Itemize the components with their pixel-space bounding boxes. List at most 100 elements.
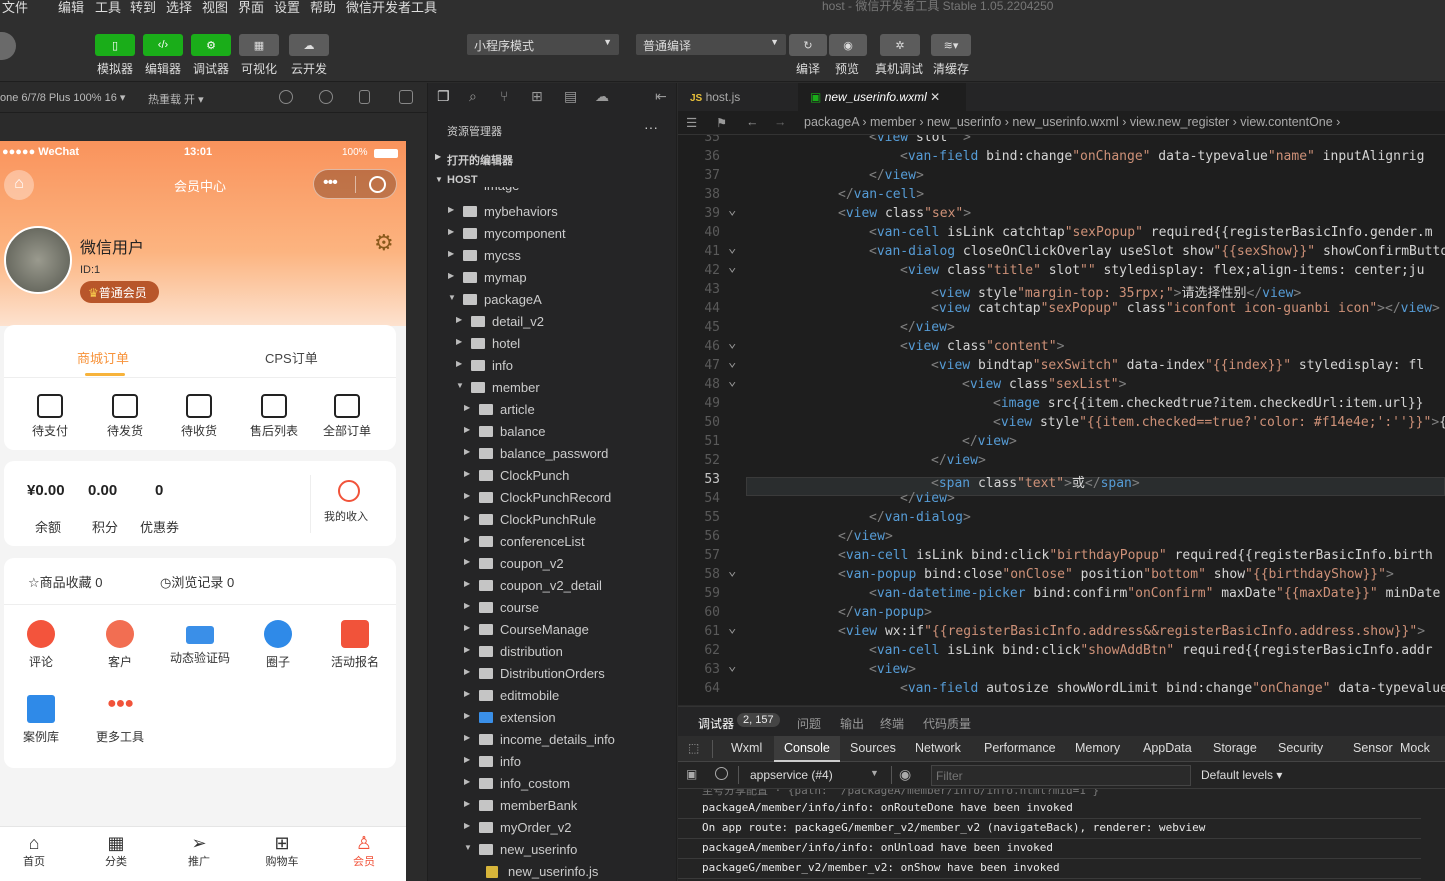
eye-icon[interactable]: ◉ [899, 766, 911, 783]
context-select[interactable]: appservice (#4) [750, 768, 833, 782]
debugger-icon[interactable]: ⚙ [191, 34, 231, 56]
cloud-icon[interactable]: ☁ [289, 34, 329, 56]
tabbar-category[interactable]: ▦ 分类 [100, 833, 132, 869]
code-editor[interactable]: 35 <view slot""> 36 <van-field bind:change"… [678, 135, 1445, 705]
tabbar-promote[interactable]: ➢ 推广 [183, 833, 215, 869]
order-unpaid[interactable]: 待支付 [29, 394, 71, 439]
menu-file[interactable]: 文件 [2, 0, 28, 14]
points-value[interactable]: 0.00 [88, 482, 117, 499]
debugger-button[interactable]: 调试器 [193, 60, 229, 77]
fold-icon[interactable]: ⌄ [728, 335, 736, 351]
tree-item[interactable]: ▶ hotel [428, 333, 678, 355]
service-verifycode[interactable]: 动态验证码 [164, 620, 236, 666]
tree-item[interactable]: ▶ course [428, 597, 678, 619]
preview-button[interactable]: 预览 [835, 60, 859, 77]
menu-goto[interactable]: 转到 [130, 0, 156, 14]
more-icon[interactable]: ••• [323, 174, 338, 192]
console-filter-input[interactable] [931, 765, 1191, 786]
tree-item[interactable]: ▶ extension [428, 707, 678, 729]
fold-icon[interactable]: ⌄ [728, 563, 736, 579]
avatar[interactable] [0, 32, 16, 60]
tree-item[interactable]: ▶ editmobile [428, 685, 678, 707]
levels-select[interactable]: Default levels ▾ [1201, 768, 1282, 782]
simulator-icon[interactable]: ▯ [95, 34, 135, 56]
inspect-icon[interactable]: ⬚ [688, 741, 699, 755]
fold-icon[interactable]: ⌄ [728, 658, 736, 674]
tab-cps-orders[interactable]: CPS订单 [265, 348, 318, 367]
tree-item[interactable]: new_userinfo.js [428, 861, 678, 881]
clear-cache-button[interactable]: 清缓存 [933, 60, 969, 77]
menu-select[interactable]: 选择 [166, 0, 192, 14]
tab-new-userinfo-wxml[interactable]: ▣ new_userinfo.wxml ✕ [798, 83, 966, 111]
tab-output[interactable]: 输出 [840, 715, 864, 732]
service-event[interactable]: 活动报名 [328, 620, 382, 670]
tabbar-home[interactable]: ⌂ 首页 [18, 833, 50, 869]
home-icon[interactable]: ⌂ [4, 170, 34, 200]
fold-icon[interactable]: ⌄ [728, 202, 736, 218]
forward-icon[interactable]: → [774, 115, 787, 129]
tabbar-cart[interactable]: ⊞ 购物车 [262, 833, 302, 869]
tree-item[interactable]: ▶ ClockPunchRecord [428, 487, 678, 509]
tab-host-js[interactable]: JS host.js [678, 83, 796, 111]
tree-item[interactable]: ▶ income_details_info [428, 729, 678, 751]
back-icon[interactable]: ← [746, 115, 759, 129]
coupon-value[interactable]: 0 [155, 482, 163, 499]
favorites-link[interactable]: ☆商品收藏 0 [28, 572, 103, 591]
tab-console[interactable]: Console [784, 741, 830, 755]
phone-icon[interactable] [359, 90, 370, 104]
tree-item[interactable]: ▶ detail_v2 [428, 311, 678, 333]
fold-icon[interactable]: ⌄ [728, 259, 736, 275]
menu-settings[interactable]: 设置 [274, 0, 300, 14]
income-button[interactable]: 我的收入 [324, 508, 368, 524]
editor-button[interactable]: 编辑器 [145, 60, 181, 77]
tree-item[interactable]: ▶ distribution [428, 641, 678, 663]
tab-terminal[interactable]: 终端 [880, 715, 904, 732]
tab-code-quality[interactable]: 代码质量 [923, 715, 971, 732]
tree-item[interactable]: ▼ member [428, 377, 678, 399]
tab-memory[interactable]: Memory [1075, 741, 1120, 755]
tab-storage[interactable]: Storage [1213, 741, 1257, 755]
tree-item[interactable]: ▶ coupon_v2_detail [428, 575, 678, 597]
tabbar-member[interactable]: ♙ 会员 [348, 833, 380, 869]
layers-icon[interactable]: ≋▾ [931, 34, 971, 56]
device-select[interactable]: one 6/7/8 Plus 100% 16 ▾ [0, 91, 125, 104]
sidebar-toggle-icon[interactable]: ▣ [686, 767, 697, 781]
history-link[interactable]: ◷浏览记录 0 [160, 572, 234, 591]
tree-item[interactable]: ▶ info [428, 751, 678, 773]
popout-icon[interactable] [399, 90, 413, 104]
avatar[interactable] [4, 226, 72, 294]
order-aftersale[interactable]: 售后列表 [246, 394, 302, 439]
simulator-button[interactable]: 模拟器 [97, 60, 133, 77]
tree-item[interactable]: ▼ packageA [428, 289, 678, 311]
tab-mock[interactable]: Mock [1400, 741, 1430, 755]
fold-icon[interactable]: ⌄ [728, 620, 736, 636]
tab-security[interactable]: Security [1278, 741, 1323, 755]
tab-wxml[interactable]: Wxml [731, 741, 762, 755]
breadcrumb-path[interactable]: packageA › member › new_userinfo › new_u… [804, 115, 1340, 129]
files-icon[interactable]: ❐ [437, 88, 450, 105]
balance-value[interactable]: ¥0.00 [27, 482, 65, 499]
tree-item[interactable]: ▶ balance_password [428, 443, 678, 465]
compile-select[interactable]: 普通编译 ▼ [636, 34, 786, 55]
remote-debug-button[interactable]: 真机调试 [875, 60, 923, 77]
tree-item[interactable]: ▶ conferenceList [428, 531, 678, 553]
editor-icon[interactable]: ‹/› [143, 34, 183, 56]
menu-view[interactable]: 视图 [202, 0, 228, 14]
menu-help[interactable]: 帮助 [310, 0, 336, 14]
hotreload-select[interactable]: 热重载 开 ▾ [148, 91, 204, 107]
storage-icon[interactable]: ▤ [564, 88, 577, 105]
clear-console-icon[interactable] [715, 767, 728, 780]
list-icon[interactable]: ☰ [686, 115, 697, 130]
service-comment[interactable]: 评论 [21, 620, 61, 670]
tree-item[interactable]: ▶ mymap [428, 267, 678, 289]
tree-item[interactable]: ▶ mycss [428, 245, 678, 267]
fold-icon[interactable]: ⌄ [728, 240, 736, 256]
cloud-icon[interactable]: ☁ [595, 88, 609, 105]
collapse-icon[interactable]: ⇤ [655, 88, 667, 105]
cloud-button[interactable]: 云开发 [291, 60, 327, 77]
tree-item[interactable]: ▶ article [428, 399, 678, 421]
compile-button[interactable]: 编译 [796, 60, 820, 77]
tree-item[interactable]: ▶ DistributionOrders [428, 663, 678, 685]
visual-button[interactable]: 可视化 [241, 60, 277, 77]
menu-ui[interactable]: 界面 [238, 0, 264, 14]
